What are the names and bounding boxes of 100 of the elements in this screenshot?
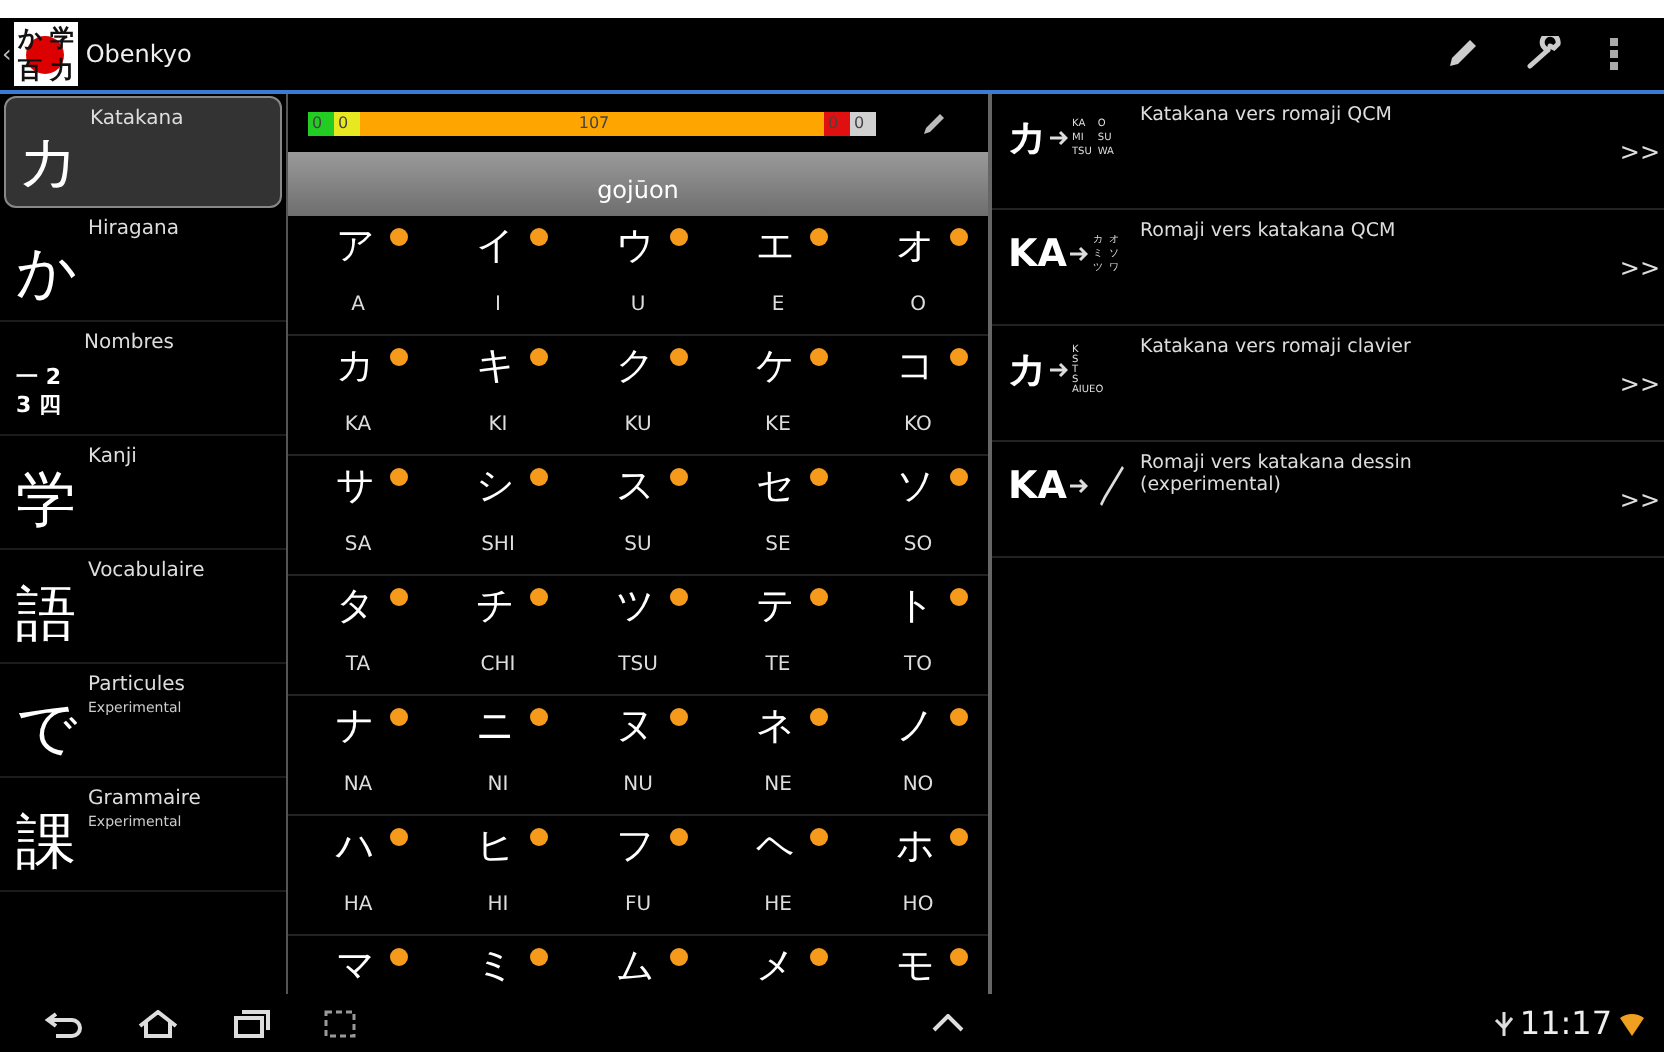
status-dot-icon xyxy=(670,468,688,486)
romaji-text: NE xyxy=(764,774,792,796)
kana-character[interactable]: サ xyxy=(336,464,374,508)
kana-character[interactable]: ツ xyxy=(616,584,654,628)
kana-character[interactable]: ナ xyxy=(336,704,374,748)
status-dot-icon xyxy=(950,588,968,606)
status-dot-icon xyxy=(810,828,828,846)
progress-segment: 0 xyxy=(850,111,876,135)
kana-glyph: 学 xyxy=(16,466,78,538)
kana-character[interactable]: モ xyxy=(896,944,934,988)
kana-character[interactable]: チ xyxy=(476,584,514,628)
sidebar-item[interactable]: 学 Kanji xyxy=(0,436,286,550)
kana-character[interactable]: セ xyxy=(756,464,794,508)
kana-character[interactable]: ケ xyxy=(756,344,794,388)
sidebar-item[interactable]: 語 Vocabulaire xyxy=(0,550,286,664)
romaji-text: KA xyxy=(344,414,372,436)
romaji-text: KU xyxy=(624,414,652,436)
status-dot-icon xyxy=(390,588,408,606)
sidebar-item[interactable]: 一 2 3 四 Nombres xyxy=(0,322,286,436)
pencil-icon[interactable] xyxy=(1444,36,1480,72)
status-dot-icon xyxy=(950,828,968,846)
kana-character[interactable]: タ xyxy=(336,584,374,628)
kana-glyph: カ xyxy=(18,128,82,200)
kana-character[interactable]: ホ xyxy=(896,824,934,868)
source-text: KA xyxy=(1008,232,1067,276)
kana-character[interactable]: シ xyxy=(476,464,514,508)
go-text: >> xyxy=(1619,253,1660,281)
app-title: Obenkyo xyxy=(85,40,192,68)
kana-character[interactable]: ヘ xyxy=(756,824,794,868)
status-dot-icon xyxy=(390,708,408,726)
exercise-title: Romaji vers katakana dessin (experimental) xyxy=(1140,450,1414,496)
kana-character[interactable]: ク xyxy=(616,344,654,388)
kana-character[interactable]: ヒ xyxy=(476,824,514,868)
kana-character[interactable]: ニ xyxy=(476,704,514,748)
romaji-text: CHI xyxy=(480,654,516,676)
exercise-title: Romaji vers katakana QCM xyxy=(1140,218,1398,242)
item-label: Particules xyxy=(88,674,185,696)
kana-character[interactable]: エ xyxy=(756,224,794,268)
kana-character[interactable]: キ xyxy=(476,344,514,388)
romaji-text: I xyxy=(495,294,501,316)
kana-character[interactable]: メ xyxy=(756,944,794,988)
pencil-icon[interactable] xyxy=(920,109,948,137)
table-header: gojūon xyxy=(288,152,988,216)
exercise-title: Katakana vers romaji clavier xyxy=(1140,334,1413,358)
kana-character[interactable]: ハ xyxy=(336,824,374,868)
back-icon[interactable] xyxy=(44,1009,84,1037)
status-dot-icon xyxy=(950,468,968,486)
romaji-text: HI xyxy=(487,894,509,916)
kana-character[interactable]: ト xyxy=(896,584,934,628)
romaji-text: KI xyxy=(488,414,508,436)
arrow-icon xyxy=(1070,478,1089,494)
kana-character[interactable]: ノ xyxy=(896,704,934,748)
kana-character[interactable]: フ xyxy=(616,824,654,868)
status-dot-icon xyxy=(950,228,968,246)
kana-character[interactable]: ア xyxy=(336,224,374,268)
wifi-icon xyxy=(1618,1009,1647,1037)
item-label: Katakana xyxy=(90,108,184,130)
item-label: Nombres xyxy=(84,332,174,354)
kana-character[interactable]: ヌ xyxy=(616,704,654,748)
kana-character[interactable]: オ xyxy=(896,224,934,268)
kana-character[interactable]: ミ xyxy=(476,944,514,988)
home-icon[interactable] xyxy=(136,1009,180,1037)
progress-segment: 0 xyxy=(824,111,850,135)
romaji-text: NA xyxy=(343,774,373,796)
kana-character[interactable]: ス xyxy=(616,464,654,508)
status-dot-icon xyxy=(670,348,688,366)
go-text: >> xyxy=(1619,369,1660,397)
kana-character[interactable]: ム xyxy=(616,944,654,988)
kana-character[interactable]: ウ xyxy=(616,224,654,268)
kana-character[interactable]: イ xyxy=(476,224,514,268)
status-dot-icon xyxy=(670,708,688,726)
recent-apps-icon[interactable] xyxy=(232,1009,272,1037)
screenshot-icon[interactable] xyxy=(324,1009,356,1037)
overflow-menu-icon[interactable] xyxy=(1608,36,1620,72)
wrench-icon[interactable] xyxy=(1524,36,1564,72)
sidebar-item[interactable]: カ Katakana xyxy=(4,96,282,208)
kana-character[interactable]: テ xyxy=(756,584,794,628)
status-dot-icon xyxy=(670,588,688,606)
romaji-text: HO xyxy=(902,894,934,916)
usb-icon xyxy=(1493,1009,1514,1037)
exercise-item[interactable]: KA Romaji vers katakana dessin (experimental) >> xyxy=(992,442,1664,558)
status-dot-icon xyxy=(390,948,408,966)
kana-glyph: で xyxy=(16,694,80,766)
item-label: Grammaire xyxy=(88,788,201,810)
up-caret-icon[interactable] xyxy=(931,1014,964,1032)
arrow-icon xyxy=(1070,246,1089,262)
kana-character[interactable]: マ xyxy=(336,944,374,988)
status-dot-icon xyxy=(530,828,548,846)
kana-character[interactable]: ソ xyxy=(896,464,934,508)
kana-character[interactable]: コ xyxy=(896,344,934,388)
kana-character[interactable]: ネ xyxy=(756,704,794,748)
sidebar-item[interactable]: か Hiragana xyxy=(0,208,286,322)
progress-segment: 0 xyxy=(334,111,360,135)
status-dot-icon xyxy=(810,588,828,606)
romaji-text: TA xyxy=(345,654,371,676)
brush-icon xyxy=(1098,464,1127,508)
app-home-button[interactable]: ‹ か 学 百 力 xyxy=(0,22,78,86)
romaji-text: SU xyxy=(624,534,652,556)
go-text: >> xyxy=(1619,137,1660,165)
kana-character[interactable]: カ xyxy=(336,344,374,388)
